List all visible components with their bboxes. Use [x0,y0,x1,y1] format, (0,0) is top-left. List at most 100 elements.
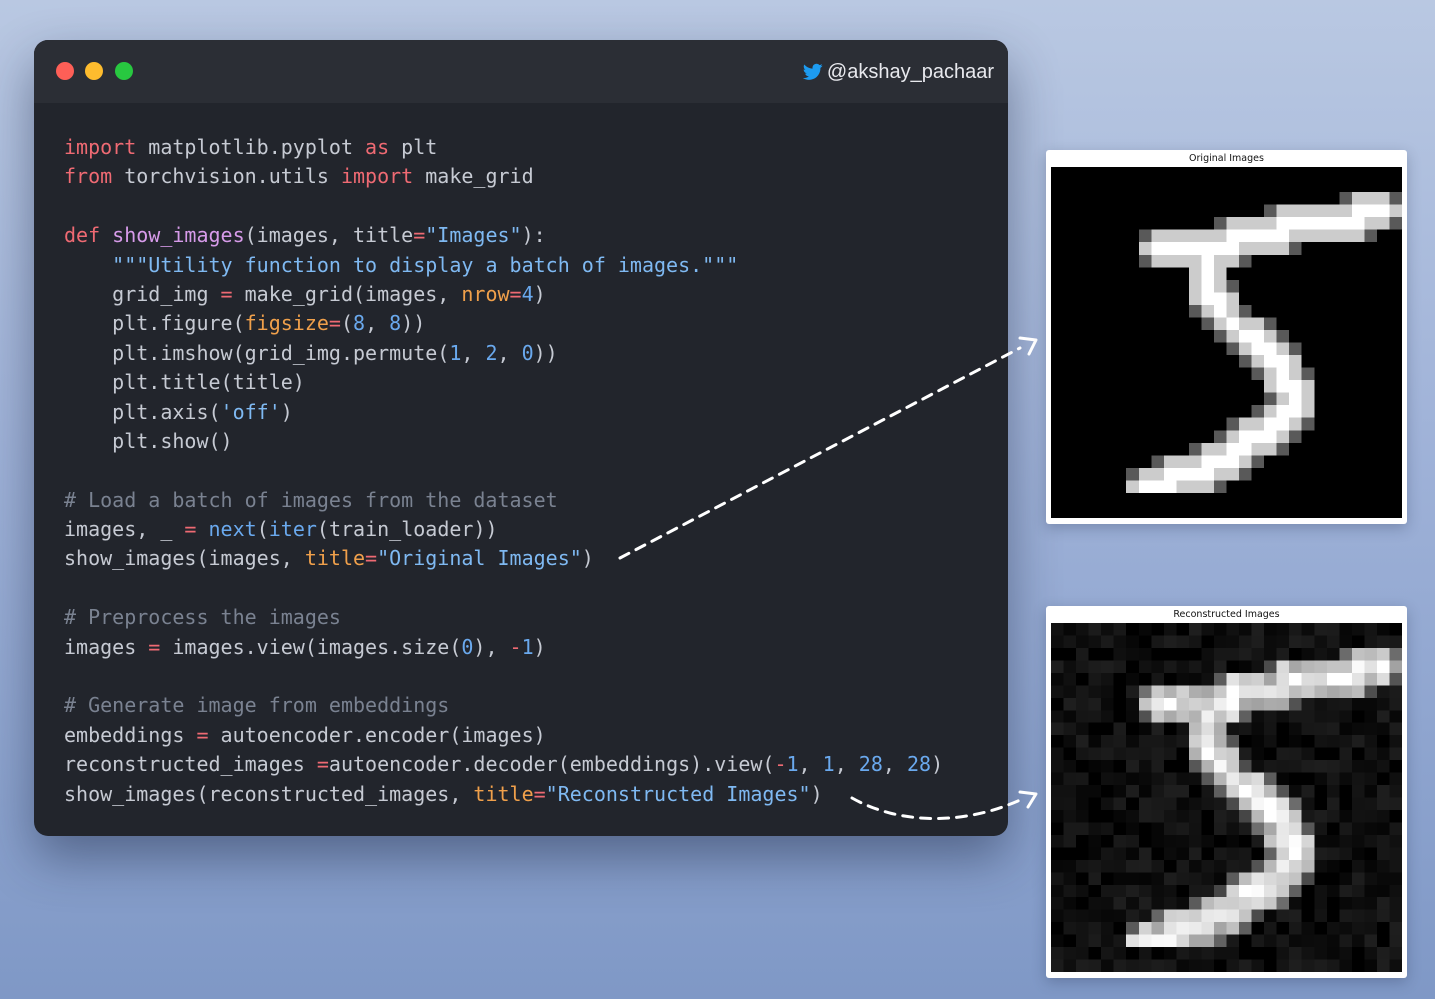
digit-pixel [1339,909,1352,923]
digit-pixel [1063,660,1077,673]
digit-pixel [1251,822,1265,835]
digit-pixel [1239,747,1252,761]
digit-pixel [1289,229,1302,243]
digit-pixel [1314,959,1327,972]
digit-pixel [1226,417,1240,431]
handle-text: @akshay_pachaar [826,60,994,83]
digit-pixel [1088,785,1102,798]
digit-pixel [1289,204,1302,218]
digit-pixel [1201,909,1214,923]
digit-pixel [1351,909,1365,923]
digit-pixel [1226,242,1240,255]
digit-pixel [1376,859,1390,873]
reconstructed-digit-image [1051,623,1402,972]
digit-pixel [1351,204,1365,218]
digit-pixel [1326,647,1340,661]
code-line: from torchvision.utils import make_grid [64,162,943,191]
digit-pixel [1063,822,1077,835]
digit-pixel [1188,872,1202,885]
digit-pixel [1101,934,1114,948]
digit-pixel [1226,785,1240,798]
digit-pixel [1389,772,1402,786]
digit-pixel [1364,884,1377,898]
digit-pixel [1264,367,1277,381]
digit-pixel [1314,897,1327,910]
digit-pixel [1351,192,1365,205]
digit-pixel [1339,822,1352,835]
digit-pixel [1088,623,1102,636]
digit-pixel [1226,809,1240,823]
digit-pixel [1326,809,1340,823]
digit-pixel [1314,760,1327,773]
digit-pixel [1239,672,1252,686]
code-token: 28 [906,752,932,777]
digit-pixel [1264,834,1277,848]
code-token: = [365,546,378,571]
digit-pixel [1276,392,1290,406]
digit-pixel [1276,430,1290,443]
digit-pixel [1213,822,1227,835]
code-token: images.view(images.size( [160,634,462,659]
digit-pixel [1339,217,1352,230]
digit-pixel [1239,959,1252,972]
digit-pixel [1289,834,1302,848]
digit-pixel [1351,859,1365,873]
digit-pixel [1264,217,1277,230]
digit-pixel [1364,204,1377,218]
digit-pixel [1264,405,1277,418]
digit-pixel [1251,685,1265,698]
original-digit-image [1051,167,1402,518]
digit-pixel [1389,872,1402,885]
digit-pixel [1376,647,1390,661]
digit-pixel [1389,834,1402,848]
digit-pixel [1213,267,1227,280]
digit-pixel [1339,697,1352,711]
digit-pixel [1339,897,1352,910]
digit-pixel [1176,735,1189,748]
digit-pixel [1339,747,1352,761]
minimize-dot[interactable] [85,62,103,80]
digit-pixel [1326,847,1340,860]
digit-pixel [1364,685,1377,698]
window-titlebar: @akshay_pachaar [34,40,1008,103]
digit-pixel [1226,647,1240,661]
digit-pixel [1126,697,1139,711]
digit-pixel [1213,317,1227,330]
digit-pixel [1289,392,1302,406]
digit-pixel [1339,834,1352,848]
digit-pixel [1251,660,1265,673]
digit-pixel [1289,405,1302,418]
digit-pixel [1113,785,1127,798]
digit-pixel [1138,229,1152,243]
digit-pixel [1376,872,1390,885]
digit-pixel [1239,685,1252,698]
digit-pixel [1188,934,1202,948]
digit-pixel [1289,760,1302,773]
digit-pixel [1276,204,1290,218]
close-dot[interactable] [56,62,74,80]
code-token: plt.show() [64,428,233,453]
digit-pixel [1351,697,1365,711]
digit-pixel [1101,797,1114,810]
digit-pixel [1264,317,1277,330]
digit-pixel [1188,735,1202,748]
digit-pixel [1138,623,1152,636]
digit-pixel [1239,455,1252,468]
digit-pixel [1301,647,1315,661]
digit-pixel [1364,635,1377,648]
digit-pixel [1101,884,1114,898]
digit-pixel [1276,242,1290,255]
code-token: show_images(reconstructed_images, [64,781,474,806]
digit-pixel [1364,872,1377,885]
digit-pixel [1151,685,1164,698]
zoom-dot[interactable] [115,62,133,80]
digit-pixel [1076,635,1089,648]
digit-pixel [1151,242,1164,255]
digit-pixel [1364,809,1377,823]
digit-pixel [1076,747,1089,761]
digit-pixel [1088,735,1102,748]
digit-pixel [1213,710,1227,723]
digit-pixel [1251,809,1265,823]
digit-pixel [1301,217,1315,230]
digit-pixel [1314,697,1327,711]
